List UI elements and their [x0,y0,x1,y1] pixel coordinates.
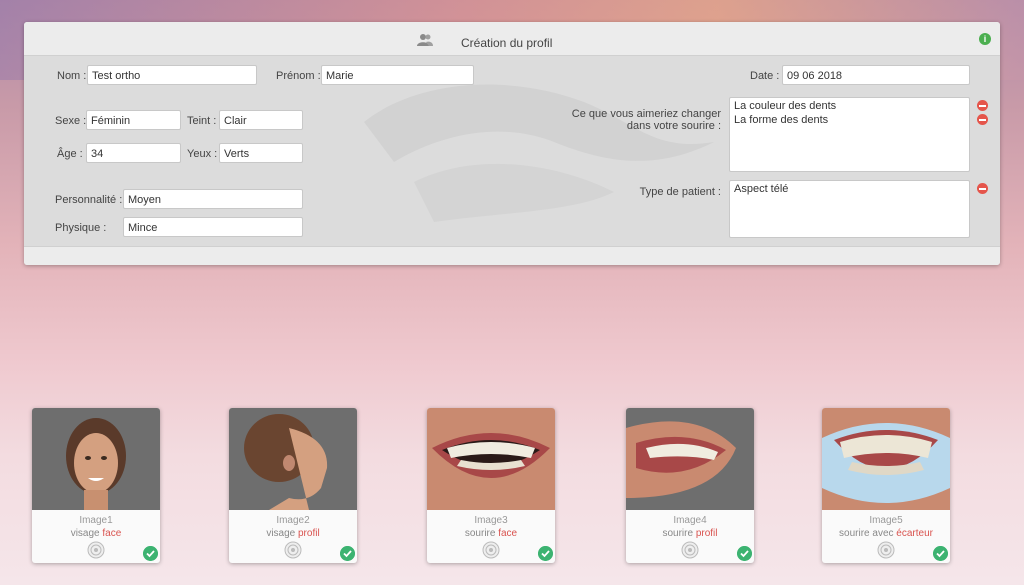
change-item: La couleur des dents [734,100,837,112]
tooth-watermark [364,84,714,222]
card-description: sourire profil [662,528,718,539]
panel-header: Création du profil i [24,22,1000,56]
photo-card-image3[interactable]: Image3 sourire face [427,408,555,563]
nom-field[interactable]: Test ortho [87,65,257,85]
card-title: Image2 [276,515,310,526]
remove-icon[interactable] [977,114,988,125]
nom-label: Nom : [57,70,87,82]
remove-icon[interactable] [977,183,988,194]
date-label: Date : [750,70,780,82]
page-title: Création du profil [461,36,553,50]
check-icon [340,546,355,561]
sexe-label: Sexe : [55,115,87,127]
yeux-field[interactable]: Verts [219,143,303,163]
change-label-line1: Ce que vous aimeriez changer [571,108,721,120]
face-photo [32,408,160,510]
smile-front-photo [427,408,555,510]
physique-field[interactable]: Mince [123,217,303,237]
smile-retractor-photo [822,408,950,510]
age-field[interactable]: 34 [86,143,181,163]
check-icon [538,546,553,561]
personnalite-field[interactable]: Moyen [123,189,303,209]
type-patient-label: Type de patient : [639,186,721,198]
change-label-line2: dans votre sourire : [626,120,721,132]
card-title: Image1 [79,515,113,526]
profile-photo [229,408,357,510]
card-description: visage face [70,528,122,539]
target-icon[interactable] [87,541,105,559]
remove-icon[interactable] [977,100,988,111]
card-title: Image4 [673,515,707,526]
target-icon[interactable] [877,541,895,559]
photo-card-image4[interactable]: Image4 sourire profil [626,408,754,563]
date-field[interactable]: 09 06 2018 [782,65,970,85]
photo-card-image5[interactable]: Image5 sourire avec écarteur [822,408,950,563]
teint-label: Teint : [187,115,217,127]
card-description: visage profil [266,528,320,539]
teint-field[interactable]: Clair [219,110,303,130]
sexe-field[interactable]: Féminin [86,110,181,130]
users-icon [417,34,433,46]
target-icon[interactable] [284,541,302,559]
check-icon [143,546,158,561]
target-icon[interactable] [681,541,699,559]
info-icon[interactable]: i [979,33,991,45]
card-title: Image3 [474,515,508,526]
photo-card-image1[interactable]: Image1 visage face [32,408,160,563]
check-icon [933,546,948,561]
smile-profile-photo [626,408,754,510]
type-item: Aspect télé [734,183,789,195]
profile-panel: Création du profil i Nom : Test ortho Pr… [24,22,1000,265]
card-description: sourire face [464,528,518,539]
card-title: Image5 [869,515,903,526]
physique-label: Physique : [55,222,107,234]
panel-footer [24,246,1000,265]
personnalite-label: Personnalité : [55,194,123,206]
prenom-label: Prénom : [276,70,321,82]
photo-card-image2[interactable]: Image2 visage profil [229,408,357,563]
change-item: La forme des dents [734,114,829,126]
card-description: sourire avec écarteur [839,528,933,539]
yeux-label: Yeux : [187,148,218,160]
prenom-field[interactable]: Marie [321,65,474,85]
type-patient-textarea[interactable]: Aspect télé [729,180,970,238]
age-label: Âge : [57,148,83,160]
target-icon[interactable] [482,541,500,559]
check-icon [737,546,752,561]
change-textarea[interactable]: La couleur des dents La forme des dents [729,97,970,172]
